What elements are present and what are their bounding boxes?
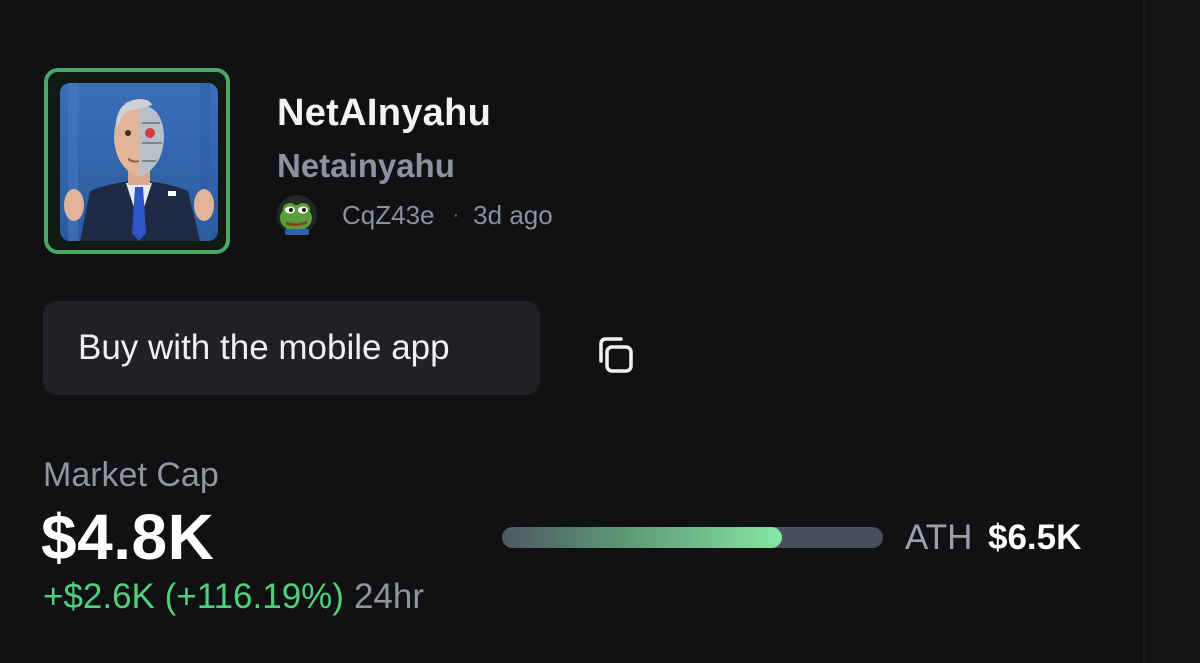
created-time: 3d ago <box>473 199 553 230</box>
copy-button[interactable] <box>590 330 640 380</box>
ath-label: ATH <box>905 518 973 557</box>
copy-icon <box>590 337 640 383</box>
ath-progress-bar <box>502 527 883 548</box>
creator-row: CqZ43e · 3d ago <box>276 193 553 237</box>
ath-progress-fill <box>502 527 783 548</box>
token-name: NetAInyahu <box>277 92 492 134</box>
token-ticker: Netainyahu <box>277 147 455 184</box>
change-period: 24hr <box>353 577 425 616</box>
market-cap-change-row: +$2.6K (+116.19%) 24hr <box>43 577 424 617</box>
ath-value: $6.5K <box>988 518 1082 557</box>
pepe-avatar-icon[interactable] <box>276 194 318 236</box>
token-avatar[interactable] <box>44 68 230 254</box>
creator-name[interactable]: CqZ43e <box>342 200 435 231</box>
buy-with-mobile-app-button[interactable]: Buy with the mobile app <box>43 301 540 395</box>
token-avatar-image <box>60 83 218 241</box>
market-cap-value: $4.8K <box>41 501 215 573</box>
market-cap-label: Market Cap <box>43 456 219 494</box>
market-cap-change: +$2.6K (+116.19%) <box>43 577 344 616</box>
separator-dot: · <box>452 203 460 226</box>
side-panel-edge <box>1145 0 1200 663</box>
